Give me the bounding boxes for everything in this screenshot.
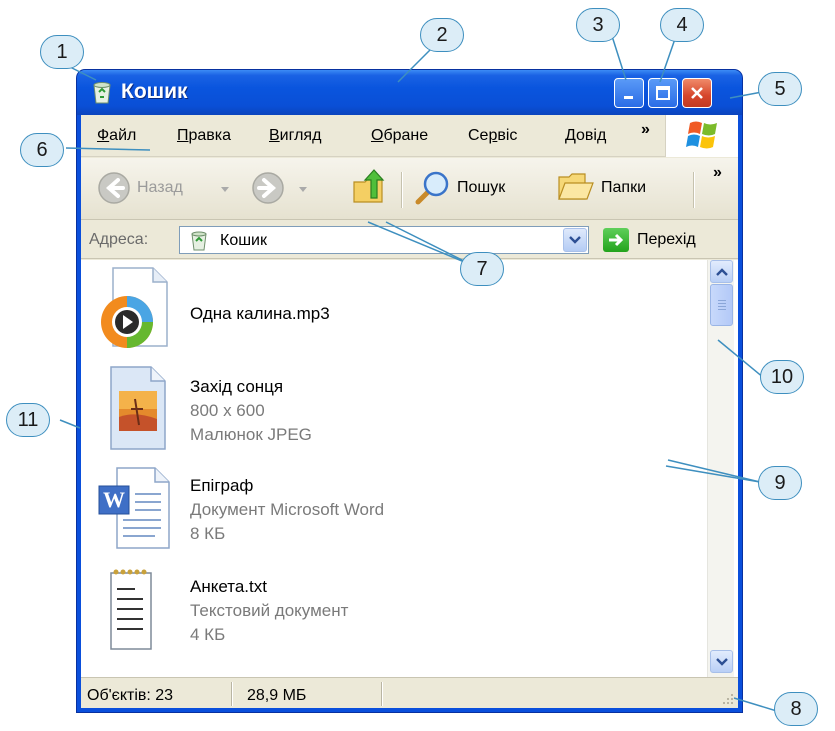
file-item[interactable]: Захід сонця 800 x 600 Малюнок JPEG [81,365,701,465]
callout-4: 4 [660,8,704,42]
menu-favorites[interactable]: Обране [371,127,428,145]
callout-11: 11 [6,403,50,437]
chevron-up-icon [715,267,728,276]
address-input[interactable]: Кошик [179,226,589,254]
forward-button[interactable] [251,171,319,207]
maximize-icon [656,86,670,100]
file-type: Малюнок JPEG [190,425,312,444]
file-type: Текстовий документ [190,601,349,620]
file-name: Захід сонця [190,377,284,396]
svg-text:W: W [103,487,125,512]
back-arrow-icon [98,172,130,204]
callout-1: 1 [40,35,84,69]
window-title: Кошик [121,80,188,103]
file-name: Одна калина.mp3 [190,304,330,323]
go-arrow-icon [609,233,624,247]
maximize-button[interactable] [648,78,678,108]
callout-9: 9 [758,466,802,500]
scroll-down-button[interactable] [710,650,733,673]
callout-5: 5 [758,72,802,106]
close-icon [691,87,703,99]
forward-arrow-icon [252,172,284,204]
chevron-down-icon [715,657,728,666]
file-size: 4 КБ [190,625,226,644]
folders-button[interactable]: Папки [557,169,687,207]
callout-3: 3 [576,8,620,42]
search-button[interactable]: Пошук [413,169,543,207]
word-document-icon: W [98,467,170,549]
callout-7: 7 [460,252,504,286]
menu-overflow-chevron[interactable]: » [641,121,650,139]
forward-dropdown-icon [299,187,307,192]
chevron-down-icon [569,236,581,244]
folders-button-label: Папки [601,179,646,196]
menu-edit[interactable]: Правка [177,127,231,145]
recycle-bin-icon [93,82,111,104]
recycle-bin-window: Кошик Файл Правка Вигляд Обране Сервіс Д… [77,70,742,712]
scroll-up-button[interactable] [710,260,733,283]
scroll-grip [718,306,726,307]
callout-2: 2 [420,18,464,52]
address-dropdown-button[interactable] [563,228,587,252]
status-divider [231,682,232,706]
toolbar-separator-2 [693,172,694,208]
toolbar-separator [401,172,402,208]
back-dropdown-icon [221,187,229,192]
up-folder-icon [353,169,385,203]
menu-bar: Файл Правка Вигляд Обране Сервіс Довід » [81,115,738,157]
title-bar[interactable]: Кошик [77,70,742,115]
file-item[interactable]: W Епіграф Документ Microsoft Word 8 КБ [81,464,701,564]
search-magnifier-icon [415,171,449,205]
address-value: Кошик [220,232,267,249]
status-bar: Об'єктів: 23 28,9 МБ [81,677,738,708]
file-size: 8 КБ [190,524,226,543]
minimize-button[interactable] [614,78,644,108]
minimize-icon [624,96,633,99]
address-label: Адреса: [89,231,149,248]
file-item[interactable]: Анкета.txt Текстовий документ 4 КБ [81,565,701,665]
toolbar-overflow-chevron[interactable]: » [713,164,722,182]
folders-icon [558,173,594,200]
close-button[interactable] [682,78,712,108]
window-client-area: Файл Правка Вигляд Обране Сервіс Довід » [81,115,738,708]
scroll-grip [718,303,726,304]
file-name: Анкета.txt [190,577,267,596]
media-player-icon [101,267,168,348]
file-name: Епіграф [190,476,254,495]
callout-6: 6 [20,133,64,167]
recycle-bin-small-icon [191,231,207,251]
menu-file[interactable]: Файл [97,127,136,145]
file-dimensions: 800 x 600 [190,401,265,420]
windows-logo-icon [686,121,717,149]
menu-view[interactable]: Вигляд [269,127,321,145]
search-button-label: Пошук [457,179,506,196]
file-type: Документ Microsoft Word [190,500,385,519]
file-list-pane: Одна калина.mp3 Захід сонця 800 x 600 Ма… [81,260,738,677]
back-button-label: Назад [137,179,183,196]
scroll-grip [718,309,726,310]
jpeg-image-icon [110,366,166,450]
go-button[interactable] [603,228,629,252]
status-total-size: 28,9 МБ [247,687,307,704]
scroll-grip [718,300,726,301]
standard-toolbar: Назад Пошук Папки » [81,158,738,220]
menu-help[interactable]: Довід [565,127,606,145]
go-button-label[interactable]: Перехід [637,231,696,249]
back-button[interactable]: Назад [97,171,247,207]
file-item[interactable]: Одна калина.mp3 [81,266,701,366]
status-object-count: Об'єктів: 23 [87,687,174,704]
up-folder-button[interactable] [351,168,391,208]
text-document-icon [110,569,152,650]
scroll-thumb[interactable] [710,284,733,326]
windows-logo-area [665,115,738,157]
callout-10: 10 [760,360,804,394]
status-divider [381,682,382,706]
address-bar: Адреса: Кошик Перехід [81,221,738,259]
resize-grip-icon[interactable] [719,690,735,706]
menu-tools[interactable]: Сервіс [468,127,517,145]
callout-8: 8 [774,692,818,726]
vertical-scrollbar[interactable] [707,260,734,677]
